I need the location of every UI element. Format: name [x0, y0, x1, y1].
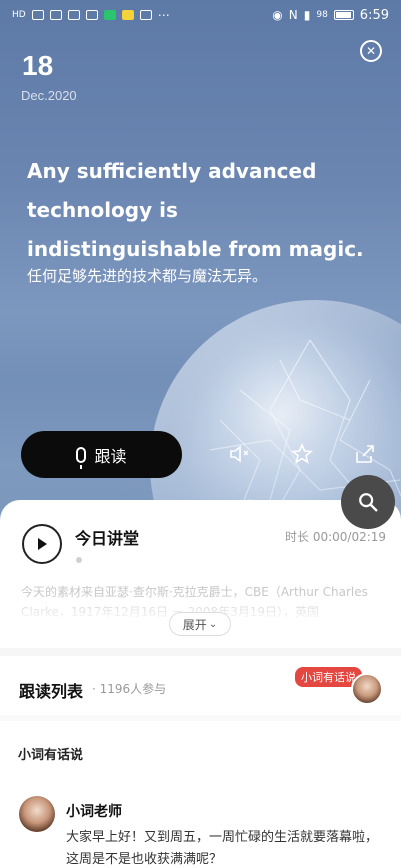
- vibrate-icon: ▮: [303, 8, 311, 22]
- status-right: ◉ N ▮ 98 6:59: [272, 8, 389, 23]
- lecture-title: 今日讲堂: [75, 529, 140, 548]
- status-left: HD ⋯: [12, 8, 170, 22]
- clock: 6:59: [359, 7, 389, 23]
- play-status-icon: [139, 10, 152, 20]
- shield-icon: [103, 10, 116, 20]
- quote-chinese: 任何足够先进的技术都与魔法无异。: [27, 267, 268, 285]
- play-button[interactable]: [22, 524, 62, 564]
- speaker-icon[interactable]: [228, 442, 252, 466]
- notes-icon: [121, 10, 134, 20]
- avatar[interactable]: [351, 673, 383, 705]
- wechat-icon: [85, 10, 98, 20]
- close-icon: ✕: [365, 44, 377, 58]
- quote-english: Any sufficiently advanced technology is …: [27, 159, 364, 261]
- expand-label: 展开: [182, 617, 207, 632]
- wifi-icon: [49, 10, 62, 20]
- follow-list-title: 跟读列表: [19, 682, 84, 701]
- follow-read-button[interactable]: 跟读: [21, 431, 182, 478]
- follow-list-count: · 1196人参与: [92, 682, 167, 696]
- section-divider: [0, 648, 401, 656]
- microphone-icon: [76, 446, 87, 469]
- author-message: 大家早上好！又到周五，一周忙碌的生活就要落幕啦，这周是不是也收获满满呢？: [66, 830, 379, 867]
- search-button[interactable]: [341, 475, 395, 529]
- date-month: Dec.2020: [21, 88, 77, 103]
- author-name: 小词老师: [66, 804, 122, 820]
- search-icon: [359, 493, 378, 512]
- talk-section-title: 小词有话说: [18, 748, 84, 763]
- follow-read-label: 跟读: [94, 446, 127, 466]
- author-avatar[interactable]: [19, 796, 55, 832]
- list-band: [0, 715, 401, 721]
- close-button[interactable]: ✕: [360, 40, 382, 62]
- battery-icon: [333, 10, 354, 20]
- play-icon: [38, 538, 47, 550]
- progress-dot: [76, 557, 82, 563]
- eye-icon: ◉: [272, 8, 283, 22]
- expand-button[interactable]: 展开 ⌄: [169, 612, 231, 636]
- star-icon[interactable]: [290, 442, 314, 466]
- date-day: 18: [22, 50, 54, 81]
- network-label: HD: [12, 10, 26, 20]
- more-dots-icon: ⋯: [157, 8, 170, 22]
- share-icon[interactable]: [353, 442, 377, 466]
- app-icon: [67, 10, 80, 20]
- lecture-duration: 时长 00:00/02:19: [285, 530, 387, 544]
- signal-icon: [31, 10, 44, 20]
- status-bar: HD ⋯ ◉ N ▮ 98 6:59: [0, 0, 401, 30]
- battery-label: 98: [316, 10, 328, 20]
- nfc-icon: N: [288, 8, 298, 22]
- chevron-down-icon: ⌄: [208, 618, 218, 630]
